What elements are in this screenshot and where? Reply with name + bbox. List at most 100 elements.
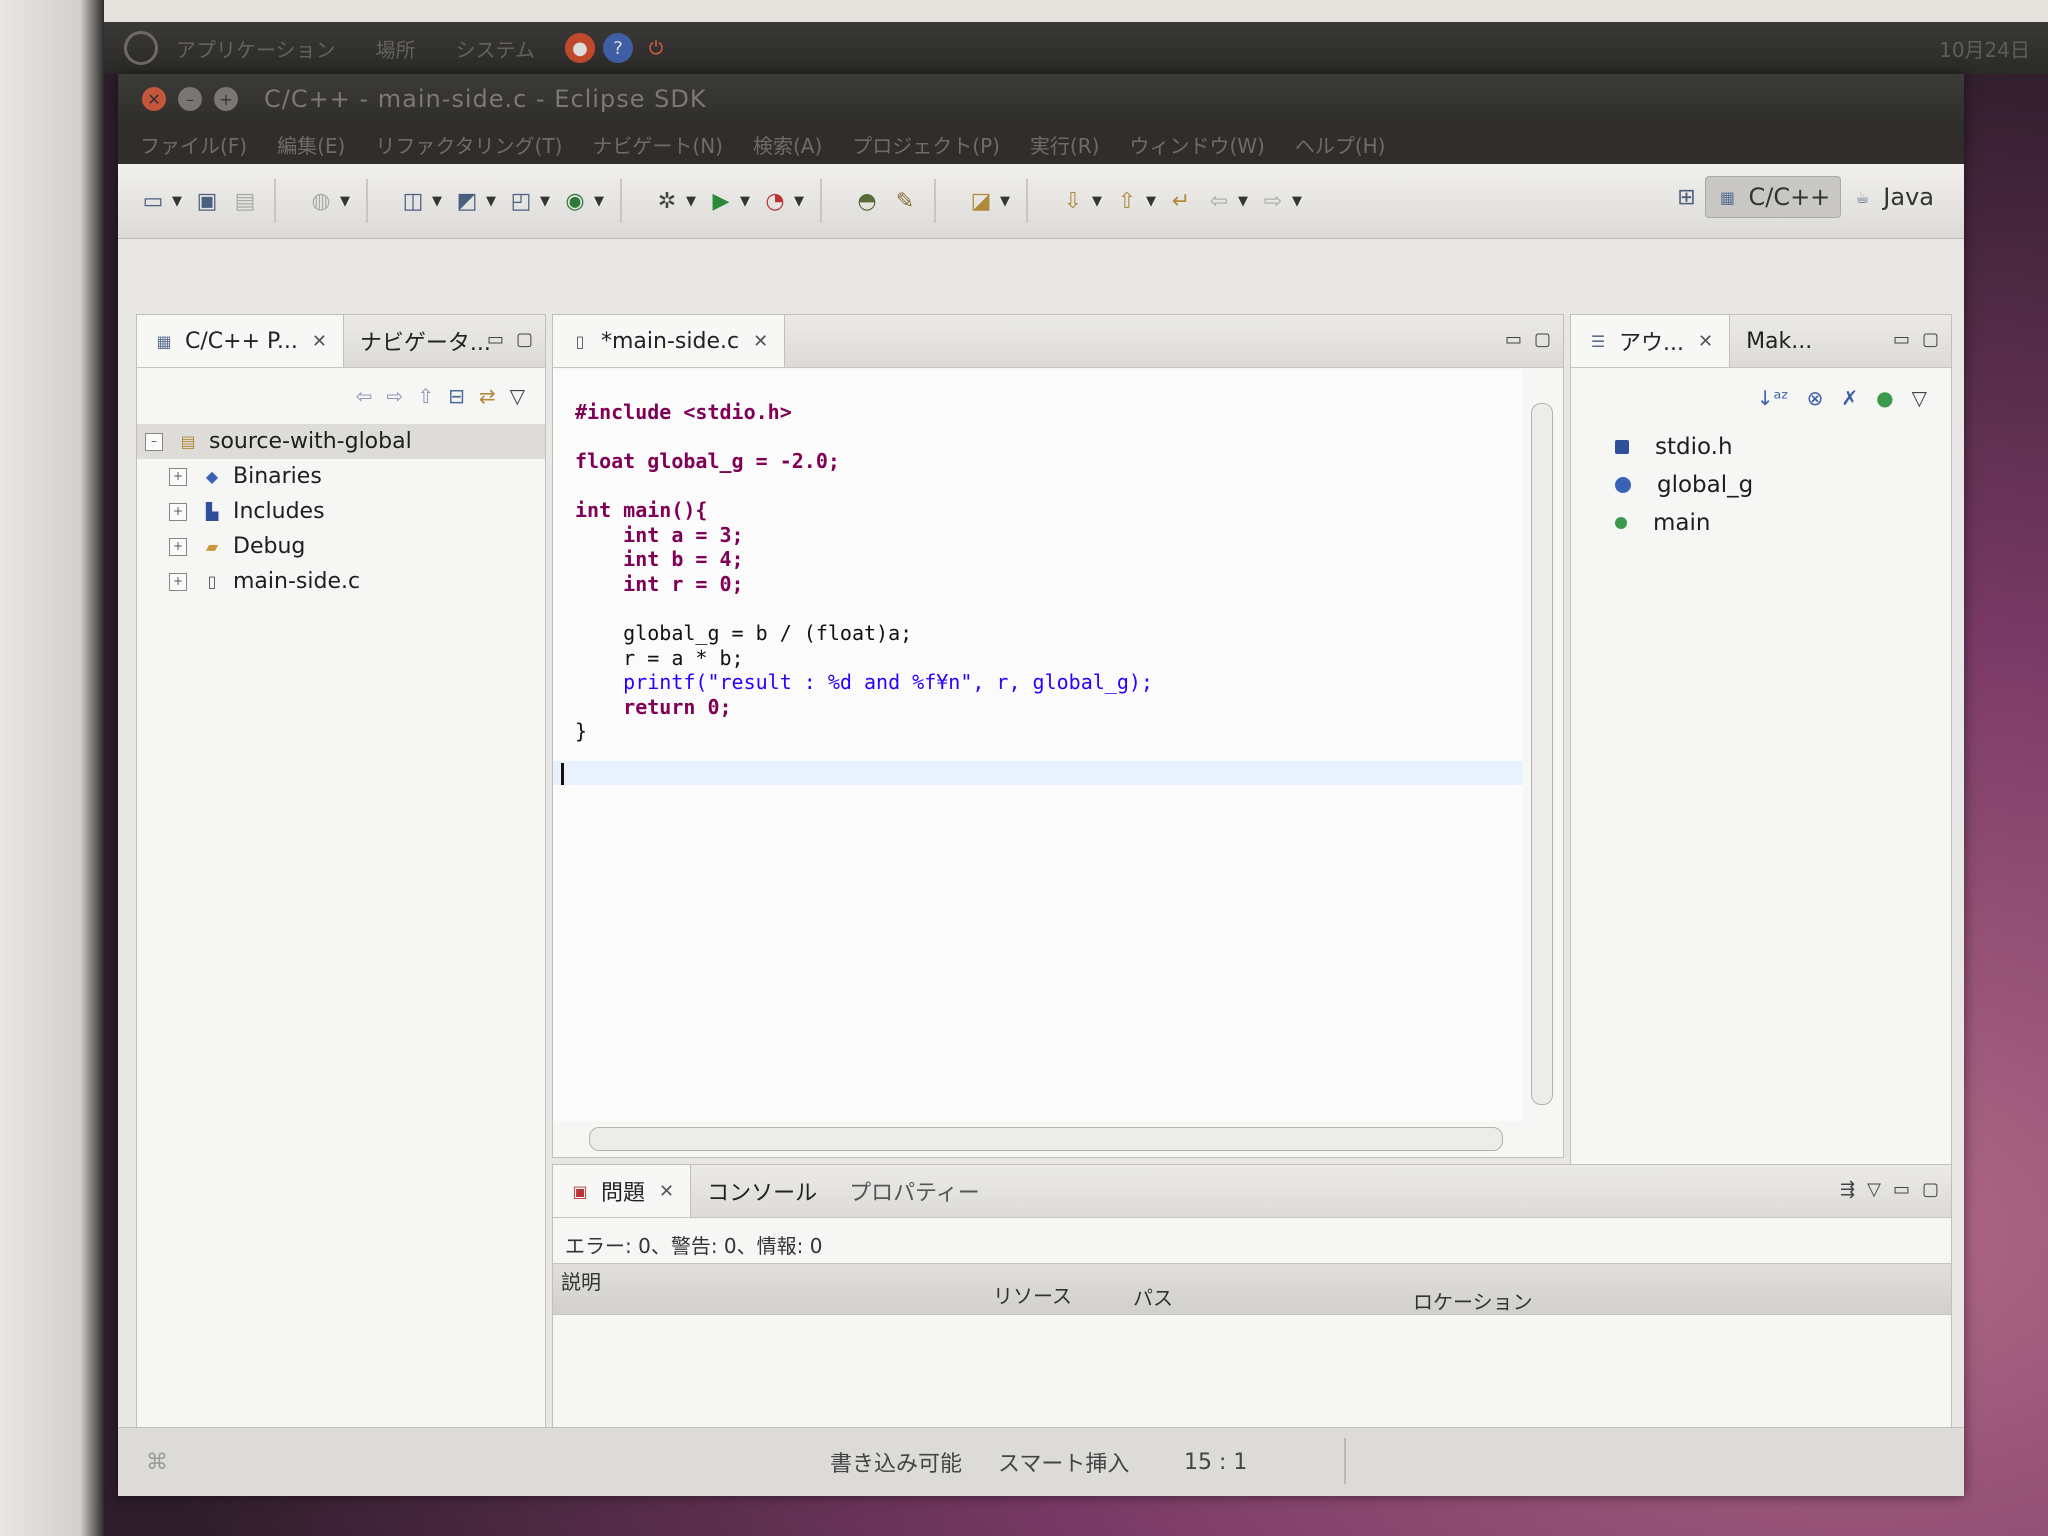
back-dropdown-icon[interactable]: ▼ xyxy=(1238,194,1248,209)
close-icon[interactable]: ✕ xyxy=(1698,331,1713,352)
back-icon[interactable]: ⇦ xyxy=(356,384,373,408)
maximize-icon[interactable]: ▢ xyxy=(1922,1179,1939,1200)
previous-annotation-icon[interactable]: ⇧ xyxy=(1112,186,1142,216)
maximize-icon[interactable]: ▢ xyxy=(1922,329,1939,350)
run-icon[interactable]: ▶ xyxy=(706,186,736,216)
scrollbar-thumb[interactable] xyxy=(1531,403,1553,1105)
maximize-icon[interactable]: ▢ xyxy=(1534,329,1551,350)
menu-edit[interactable]: 編集(E) xyxy=(277,130,345,159)
sort-icon[interactable]: ↓ᵃᶻ xyxy=(1757,386,1789,410)
new-project-icon[interactable]: ◫ xyxy=(398,186,428,216)
column-description[interactable]: 説明 xyxy=(561,1266,601,1295)
close-icon[interactable]: ✕ xyxy=(753,331,768,352)
column-path[interactable]: パス xyxy=(1133,1282,1173,1311)
collapse-all-icon[interactable]: ⊟ xyxy=(448,384,465,408)
maximize-icon[interactable]: ▢ xyxy=(516,329,533,350)
tab-make-targets[interactable]: Mak... xyxy=(1730,315,1828,367)
up-icon[interactable]: ⇧ xyxy=(417,384,434,408)
outline-item-stdio-h[interactable]: stdio.h xyxy=(1571,428,1951,466)
build-icon[interactable]: ◍ xyxy=(306,186,336,216)
menu-window[interactable]: ウィンドウ(W) xyxy=(1129,130,1264,159)
tab-navigator[interactable]: ナビゲータ... xyxy=(344,315,507,367)
menu-project[interactable]: プロジェクト(P) xyxy=(852,130,1000,159)
outline-item-main[interactable]: main xyxy=(1571,504,1951,542)
new-dropdown-icon[interactable]: ▼ xyxy=(172,194,182,209)
filter-icon[interactable]: ⇶ xyxy=(1840,1179,1855,1200)
external-tools-dropdown-icon[interactable]: ▼ xyxy=(794,194,804,209)
close-icon[interactable]: ✕ xyxy=(659,1181,674,1202)
minimize-icon[interactable]: ▭ xyxy=(1893,1179,1910,1200)
column-resource[interactable]: リソース xyxy=(993,1280,1072,1309)
minimize-icon[interactable]: ▭ xyxy=(487,329,504,350)
panel-menu-system[interactable]: システム xyxy=(456,34,535,63)
help-icon[interactable]: ? xyxy=(603,33,634,63)
link-editor-icon[interactable]: ⇄ xyxy=(479,384,496,408)
open-perspective-icon[interactable]: ⊞ xyxy=(1671,182,1701,212)
tree-project[interactable]: – ▤ source-with-global xyxy=(137,424,545,459)
menu-file[interactable]: ファイル(F) xyxy=(140,130,247,159)
hide-non-public-icon[interactable]: ● xyxy=(1876,386,1893,410)
code-editor[interactable]: #include <stdio.h> float global_g = -2.0… xyxy=(553,369,1523,1121)
new-folder-dropdown-icon[interactable]: ▼ xyxy=(486,194,496,209)
run-dropdown-icon[interactable]: ▼ xyxy=(740,194,750,209)
outline-item-global-g[interactable]: global_g xyxy=(1571,466,1951,504)
menu-navigate[interactable]: ナビゲート(N) xyxy=(592,130,723,159)
tab-editor-main-side-c[interactable]: ▯ *main-side.c ✕ xyxy=(553,315,786,367)
open-type-icon[interactable]: ◓ xyxy=(852,186,882,216)
debug-icon[interactable]: ✲ xyxy=(652,186,682,216)
new-class-icon[interactable]: ◉ xyxy=(560,186,590,216)
tree-item-includes[interactable]: + ▙ Includes xyxy=(137,494,545,529)
forward-icon[interactable]: ⇨ xyxy=(1258,186,1288,216)
firefox-icon[interactable]: ● xyxy=(565,33,596,63)
view-menu-icon[interactable]: ▽ xyxy=(510,384,525,408)
window-close-button[interactable]: ✕ xyxy=(142,87,166,111)
expand-icon[interactable]: + xyxy=(169,467,187,486)
expand-icon[interactable]: + xyxy=(169,502,187,521)
expand-icon[interactable]: + xyxy=(169,537,187,556)
panel-menu-applications[interactable]: アプリケーション xyxy=(176,34,336,63)
hide-static-icon[interactable]: ✗ xyxy=(1841,386,1858,410)
view-menu-icon[interactable]: ▽ xyxy=(1912,386,1927,410)
forward-dropdown-icon[interactable]: ▼ xyxy=(1292,194,1302,209)
hide-fields-icon[interactable]: ⊗ xyxy=(1807,386,1824,410)
last-edit-location-icon[interactable]: ↵ xyxy=(1166,186,1196,216)
tree-item-main-side-c[interactable]: + ▯ main-side.c xyxy=(137,564,545,599)
power-icon[interactable]: ⏻ xyxy=(641,33,671,63)
fast-view-icon[interactable]: ⌘ xyxy=(146,1450,168,1475)
view-menu-icon[interactable]: ▽ xyxy=(1867,1179,1881,1200)
back-icon[interactable]: ⇦ xyxy=(1204,186,1234,216)
previous-annotation-dropdown-icon[interactable]: ▼ xyxy=(1146,194,1156,209)
menu-run[interactable]: 実行(R) xyxy=(1030,130,1100,159)
window-minimize-button[interactable]: – xyxy=(178,87,202,111)
new-file-icon[interactable]: ◰ xyxy=(506,186,536,216)
search-folder-icon[interactable]: ◪ xyxy=(966,186,996,216)
tree-item-binaries[interactable]: + ◆ Binaries xyxy=(137,459,545,494)
debug-dropdown-icon[interactable]: ▼ xyxy=(686,194,696,209)
panel-menu-places[interactable]: 場所 xyxy=(376,34,416,63)
external-tools-icon[interactable]: ◔ xyxy=(760,186,790,216)
close-icon[interactable]: ✕ xyxy=(312,331,327,352)
save-all-icon[interactable]: ▤ xyxy=(230,186,260,216)
editor-vertical-scrollbar[interactable] xyxy=(1529,385,1553,1107)
new-file-dropdown-icon[interactable]: ▼ xyxy=(540,194,550,209)
forward-icon[interactable]: ⇨ xyxy=(387,384,404,408)
perspective-cpp[interactable]: ▦ C/C++ xyxy=(1705,176,1842,218)
minimize-icon[interactable]: ▭ xyxy=(1893,329,1910,350)
tab-console[interactable]: コンソール xyxy=(691,1165,833,1217)
search-dropdown-icon[interactable]: ▼ xyxy=(1000,194,1010,209)
new-folder-icon[interactable]: ◩ xyxy=(452,186,482,216)
next-annotation-dropdown-icon[interactable]: ▼ xyxy=(1092,194,1102,209)
build-dropdown-icon[interactable]: ▼ xyxy=(340,194,350,209)
tree-item-debug[interactable]: + ▰ Debug xyxy=(137,529,545,564)
menu-refactor[interactable]: リファクタリング(T) xyxy=(375,130,562,159)
new-icon[interactable]: ▭ xyxy=(138,186,168,216)
minimize-icon[interactable]: ▭ xyxy=(1505,329,1522,350)
menu-search[interactable]: 検索(A) xyxy=(753,130,822,159)
expand-icon[interactable]: + xyxy=(169,572,187,591)
window-maximize-button[interactable]: + xyxy=(214,87,238,111)
menu-help[interactable]: ヘルプ(H) xyxy=(1295,130,1386,159)
tab-problems[interactable]: ▣ 問題 ✕ xyxy=(553,1165,692,1217)
ubuntu-logo-icon[interactable] xyxy=(124,31,158,65)
next-annotation-icon[interactable]: ⇩ xyxy=(1058,186,1088,216)
editor-horizontal-scrollbar[interactable] xyxy=(589,1127,1503,1151)
